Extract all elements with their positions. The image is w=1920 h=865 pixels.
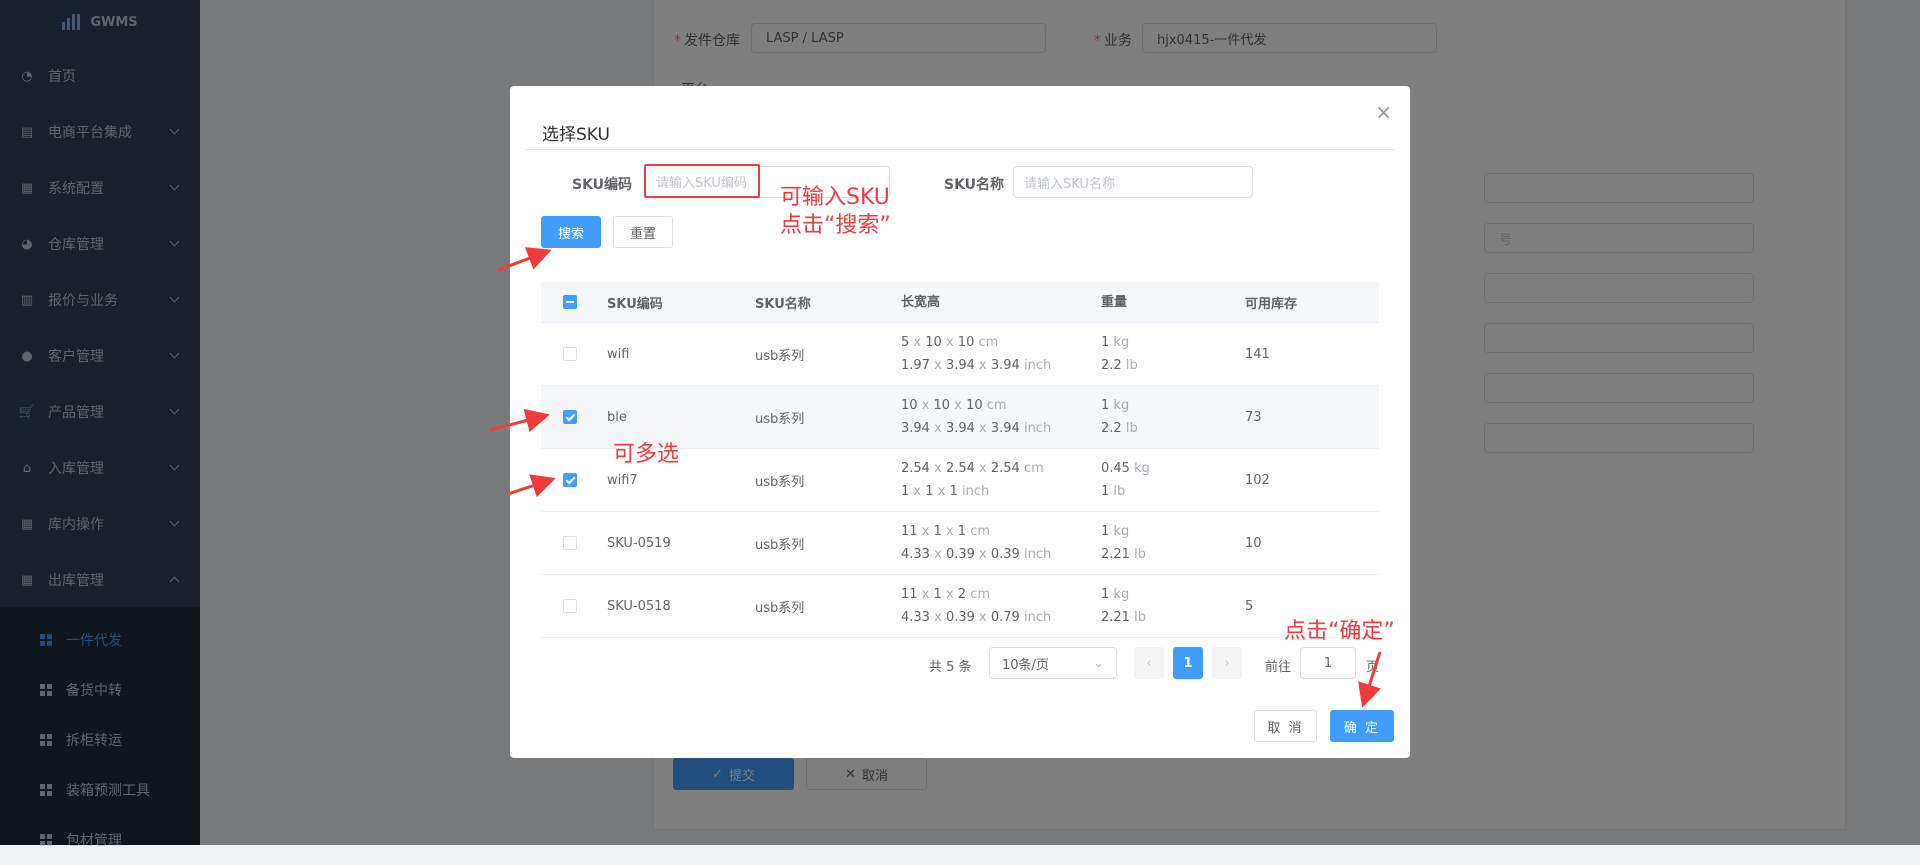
arrow-to-row-wifi7 bbox=[507, 474, 556, 498]
arrow-to-confirm bbox=[1358, 651, 1382, 708]
arrow-to-search bbox=[497, 247, 552, 272]
annotation-arrows bbox=[489, 247, 1382, 708]
arrow-to-row-ble bbox=[489, 408, 550, 433]
